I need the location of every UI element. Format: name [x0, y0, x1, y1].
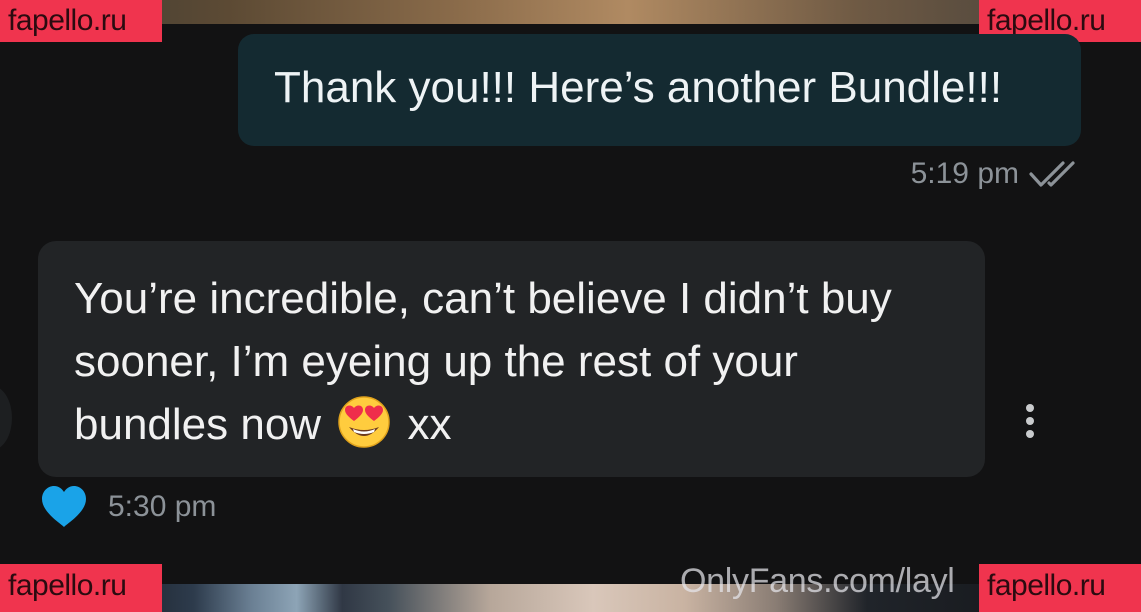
top-photo-strip: [0, 0, 1141, 24]
outgoing-message-bubble[interactable]: Thank you!!! Here’s another Bundle!!!: [238, 34, 1081, 146]
watermark-top-left: fapello.ru: [0, 0, 162, 42]
watermark-bottom-right: fapello.ru: [979, 564, 1141, 612]
incoming-message-line-1: You’re incredible, can’t believe I didn’…: [74, 274, 892, 323]
double-check-icon: [1029, 159, 1081, 189]
bottom-photo-strip: [0, 584, 1141, 612]
heart-eyes-emoji-icon: [337, 395, 391, 449]
incoming-message-bubble[interactable]: You’re incredible, can’t believe I didn’…: [38, 241, 985, 477]
incoming-message-line-3-text: bundles now: [74, 400, 322, 449]
incoming-message-line-3: bundles now xx: [74, 393, 955, 456]
incoming-message-line-2: sooner, I’m eyeing up the rest of your: [74, 337, 798, 386]
onlyfans-watermark: OnlyFans.com/layl: [680, 562, 955, 600]
incoming-message-suffix: xx: [407, 400, 452, 449]
incoming-message-time: 5:30 pm: [108, 490, 217, 523]
outgoing-message-time: 5:19 pm: [910, 157, 1019, 190]
more-vertical-icon[interactable]: [1016, 404, 1044, 440]
outgoing-message-meta: 5:19 pm: [911, 152, 1081, 196]
blue-heart-icon[interactable]: [40, 485, 88, 529]
watermark-bottom-left: fapello.ru: [0, 564, 162, 612]
outgoing-message-text: Thank you!!! Here’s another Bundle!!!: [274, 63, 1003, 112]
sender-avatar[interactable]: [0, 386, 12, 450]
incoming-message-meta: 5:30 pm: [40, 484, 216, 530]
